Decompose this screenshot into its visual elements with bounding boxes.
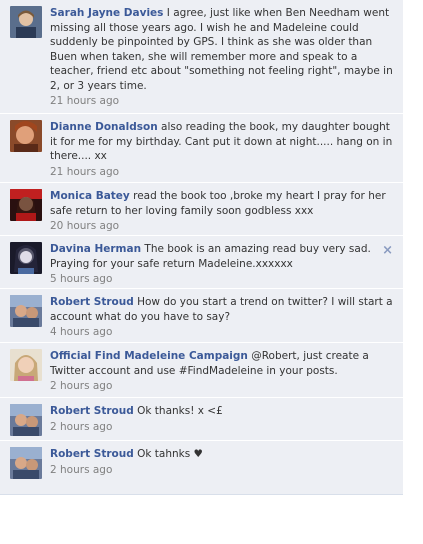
comment-body: Robert Stroud How do you start a trend o… [50, 295, 395, 340]
comment-body: Robert Stroud Ok thanks! x <£ 2 hours ag… [50, 404, 395, 434]
robert-avatar-icon[interactable] [10, 295, 42, 327]
comment-timestamp[interactable]: 2 hours ago [50, 379, 395, 394]
comment-body: Robert Stroud Ok tahnks ♥ 2 hours ago [50, 447, 395, 477]
close-icon[interactable]: × [382, 243, 393, 258]
comment-author-link[interactable]: Davina Herman [50, 243, 141, 255]
comment-feed: Sarah Jayne Davies I agree, just like wh… [0, 0, 403, 494]
comment-author-link[interactable]: Robert Stroud [50, 405, 134, 417]
comment-item: Monica Batey read the book too ,broke my… [0, 183, 403, 236]
comment-timestamp[interactable]: 21 hours ago [50, 94, 395, 109]
comment-item: Robert Stroud Ok thanks! x <£ 2 hours ag… [0, 398, 403, 441]
comment-text: I agree, just like when Ben Needham went… [50, 7, 393, 92]
comment-body: Sarah Jayne Davies I agree, just like wh… [50, 6, 395, 109]
comment-text: Ok thanks! x <£ [137, 405, 223, 417]
comment-timestamp[interactable]: 4 hours ago [50, 325, 395, 340]
sarah-avatar-icon[interactable] [10, 6, 42, 38]
comment-author-link[interactable]: Dianne Donaldson [50, 121, 158, 133]
comment-timestamp[interactable]: 2 hours ago [50, 420, 395, 435]
comment-item: Official Find Madeleine Campaign @Robert… [0, 343, 403, 398]
feed-bottom-divider [0, 494, 403, 495]
comment-author-link[interactable]: Robert Stroud [50, 448, 134, 460]
comment-timestamp[interactable]: 21 hours ago [50, 165, 395, 180]
comment-body: Dianne Donaldson also reading the book, … [50, 120, 395, 179]
comment-body: Monica Batey read the book too ,broke my… [50, 189, 395, 234]
dianne-avatar-icon[interactable] [10, 120, 42, 152]
comment-author-link[interactable]: Official Find Madeleine Campaign [50, 350, 248, 362]
comment-timestamp[interactable]: 5 hours ago [50, 272, 395, 287]
comment-timestamp[interactable]: 20 hours ago [50, 219, 395, 234]
comment-item: Robert Stroud Ok tahnks ♥ 2 hours ago [0, 441, 403, 544]
comment-author-link[interactable]: Sarah Jayne Davies [50, 7, 163, 19]
comment-body: Official Find Madeleine Campaign @Robert… [50, 349, 395, 394]
monica-avatar-icon[interactable] [10, 189, 42, 221]
comment-item: Davina Herman The book is an amazing rea… [0, 236, 403, 289]
davina-avatar-icon[interactable] [10, 242, 42, 274]
comment-item: Robert Stroud How do you start a trend o… [0, 289, 403, 343]
madeleine-avatar-icon[interactable] [10, 349, 42, 381]
robert-avatar-icon[interactable] [10, 404, 42, 436]
comment-text: Ok tahnks ♥ [137, 448, 203, 460]
comment-item: Sarah Jayne Davies I agree, just like wh… [0, 0, 403, 114]
comment-author-link[interactable]: Robert Stroud [50, 296, 134, 308]
robert-avatar-icon[interactable] [10, 447, 42, 479]
page-margin [403, 0, 423, 509]
comment-author-link[interactable]: Monica Batey [50, 190, 130, 202]
comment-timestamp[interactable]: 2 hours ago [50, 463, 395, 478]
comment-item: Dianne Donaldson also reading the book, … [0, 114, 403, 183]
comment-body: Davina Herman The book is an amazing rea… [50, 242, 395, 287]
